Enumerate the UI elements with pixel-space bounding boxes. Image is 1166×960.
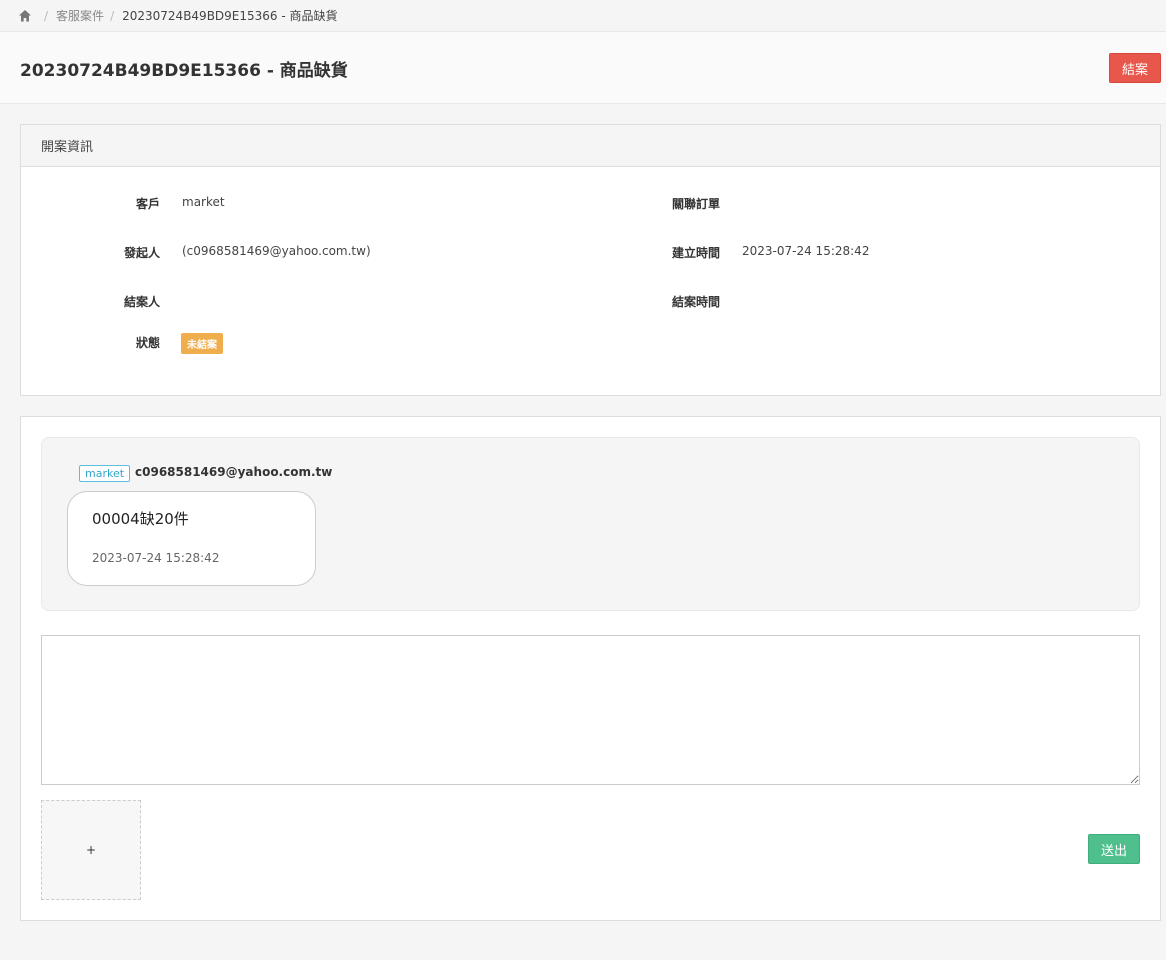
send-button[interactable]: 送出 bbox=[1088, 834, 1140, 864]
page-header: 20230724B49BD9E15366 - 商品缺貨 結案 bbox=[0, 32, 1166, 104]
customer-label: 客戶 bbox=[135, 197, 160, 211]
conversation-panel: market c0968581469@yahoo.com.tw 00004缺20… bbox=[20, 416, 1161, 921]
initiator-value: (c0968581469@yahoo.com.tw) bbox=[182, 244, 371, 258]
message-bubble: 00004缺20件 2023-07-24 15:28:42 bbox=[67, 491, 316, 586]
message-list: market c0968581469@yahoo.com.tw 00004缺20… bbox=[41, 437, 1140, 611]
message-text: 00004缺20件 bbox=[92, 510, 189, 528]
home-icon[interactable] bbox=[18, 9, 32, 23]
created-time-label: 建立時間 bbox=[671, 246, 720, 260]
closed-time-label: 結案時間 bbox=[671, 295, 720, 309]
breadcrumb-separator: / bbox=[110, 8, 115, 23]
customer-value: market bbox=[182, 195, 225, 209]
image-upload-button[interactable]: + bbox=[41, 800, 141, 900]
breadcrumb-item-cases[interactable]: 客服案件 bbox=[56, 7, 104, 24]
breadcrumb: / 客服案件 / 20230724B49BD9E15366 - 商品缺貨 bbox=[0, 0, 1166, 32]
plus-icon: + bbox=[85, 843, 97, 857]
close-case-button[interactable]: 結案 bbox=[1109, 53, 1161, 83]
status-label: 狀態 bbox=[135, 336, 160, 350]
sender-tag: market bbox=[79, 465, 131, 482]
initiator-label: 發起人 bbox=[123, 246, 160, 260]
status-badge: 未結案 bbox=[181, 333, 223, 354]
breadcrumb-separator: / bbox=[44, 8, 49, 23]
message-time: 2023-07-24 15:28:42 bbox=[92, 551, 220, 565]
related-order-label: 關聯訂單 bbox=[671, 197, 720, 211]
breadcrumb-item-current: 20230724B49BD9E15366 - 商品缺貨 bbox=[122, 9, 338, 23]
page-title: 20230724B49BD9E15366 - 商品缺貨 bbox=[20, 61, 348, 81]
sender-email: c0968581469@yahoo.com.tw bbox=[135, 465, 333, 479]
reply-input[interactable] bbox=[41, 635, 1140, 785]
case-info-panel: 開案資訊 客戶 market 關聯訂單 發起人 (c0968581469@yah… bbox=[20, 124, 1161, 396]
case-info-panel-title: 開案資訊 bbox=[21, 125, 1160, 167]
created-time-value: 2023-07-24 15:28:42 bbox=[742, 244, 870, 258]
closer-label: 結案人 bbox=[123, 295, 160, 309]
